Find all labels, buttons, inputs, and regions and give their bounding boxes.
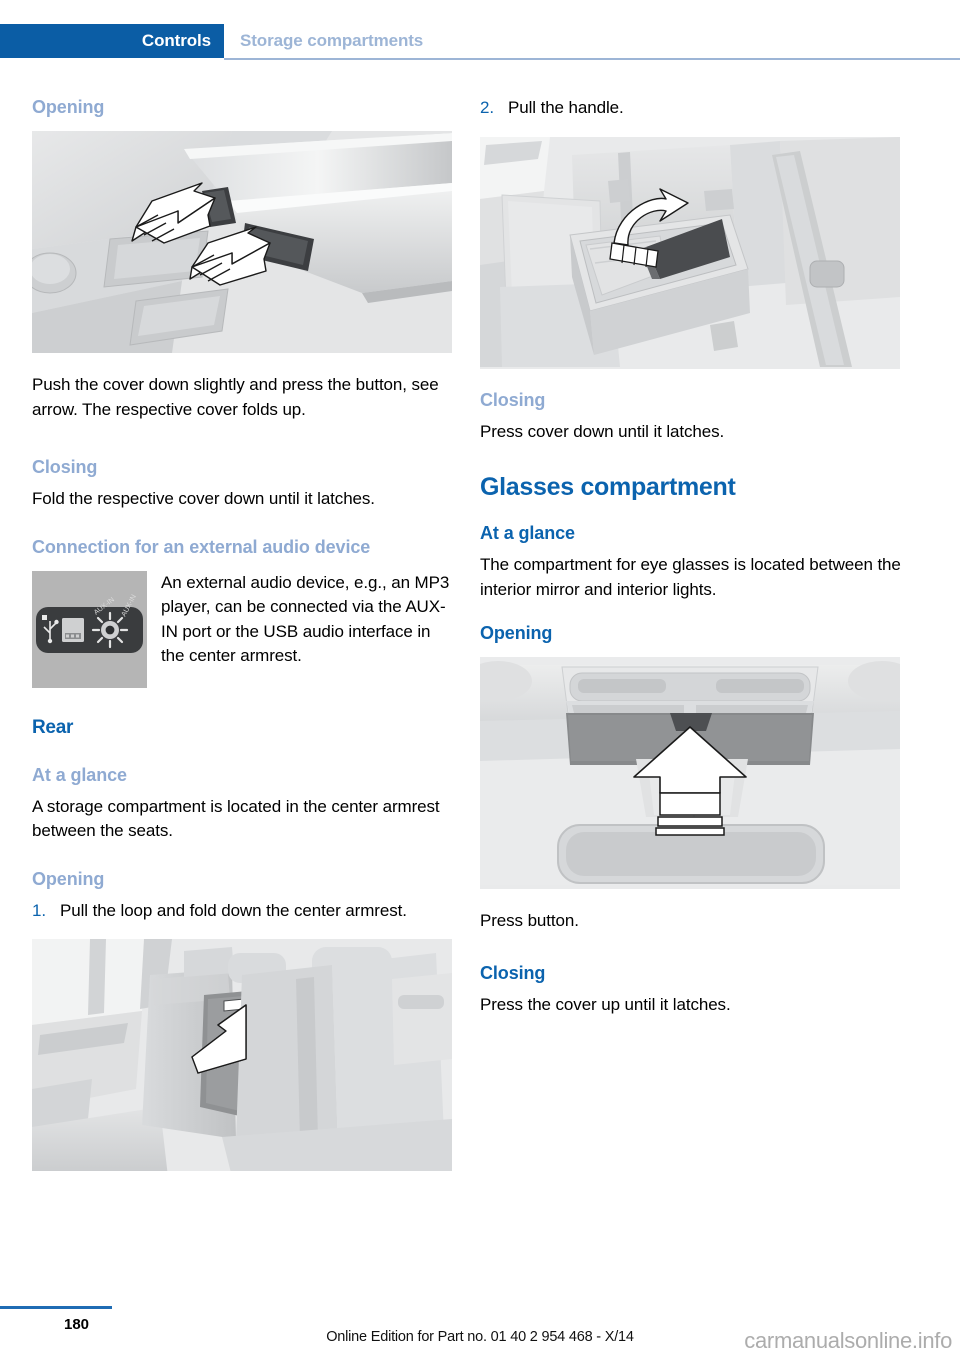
step-1-text: Pull the loop and fold down the center a…	[60, 900, 407, 920]
figure-overhead-glasses-compartment	[480, 657, 900, 889]
text-external-audio-body: An external audio device, e.g., an MP3 p…	[161, 572, 450, 666]
step-1-number: 1.	[32, 900, 46, 920]
breadcrumb-chapter-tab: Controls	[0, 24, 224, 58]
text-glasses-closing-body: Press the cover up until it latches.	[480, 994, 731, 1014]
aux-usb-port-thumbnail: AUX-IN AUX-IN	[32, 570, 147, 688]
figure-center-console-covers	[32, 131, 452, 353]
heading-rear-closing: Closing	[480, 389, 546, 410]
text-opening-front-body: Push the cover down slightly and press t…	[32, 375, 439, 419]
text-rear-closing-body: Press cover down until it latches.	[480, 421, 725, 441]
heading-external-audio-connection: Connection for an external audio device	[32, 536, 371, 557]
heading-rear-opening: Opening	[32, 868, 105, 889]
heading-glasses-closing: Closing	[480, 962, 546, 983]
heading-rear-at-a-glance: At a glance	[32, 764, 127, 785]
heading-glasses-opening: Opening	[480, 623, 553, 643]
header-divider	[224, 58, 960, 60]
text-glasses-opening-body: Press button.	[480, 911, 579, 930]
footer-divider	[0, 1306, 112, 1309]
step-2-text: Pull the handle.	[508, 98, 624, 117]
watermark-text: carmanualsonline.info	[744, 1328, 952, 1353]
figure-armrest-storage-open	[480, 136, 900, 369]
figure-rear-bench-armrest	[32, 939, 452, 1171]
right-column: 2. Pull the handle. Closing Press cover …	[480, 96, 902, 1017]
step-item-2: 2. Pull the handle.	[480, 96, 902, 121]
page-header: Controls Storage compartments	[0, 0, 960, 62]
heading-closing-front: Closing	[32, 457, 98, 477]
heading-rear: Rear	[32, 716, 74, 738]
step-item-1: 1. Pull the loop and fold down the cente…	[32, 899, 454, 924]
text-closing-front-body: Fold the respective cover down until it …	[32, 489, 375, 508]
heading-glasses-compartment: Glasses compartment	[480, 473, 736, 501]
heading-glasses-at-a-glance: At a glance	[480, 523, 575, 543]
text-rear-at-a-glance-body: A storage compartment is located in the …	[32, 796, 440, 841]
breadcrumb-section-label: Storage compartments	[240, 31, 424, 50]
breadcrumb-chapter-label: Controls	[141, 31, 211, 50]
step-2-number: 2.	[480, 98, 494, 117]
text-glasses-at-a-glance-body: The compartment for eye glasses is locat…	[480, 555, 901, 599]
heading-opening-front: Opening	[32, 97, 105, 117]
external-audio-figure-block: AUX-IN AUX-IN An external audio device, …	[32, 570, 454, 688]
left-column: Opening Push the cover down slightly and…	[32, 96, 454, 1171]
